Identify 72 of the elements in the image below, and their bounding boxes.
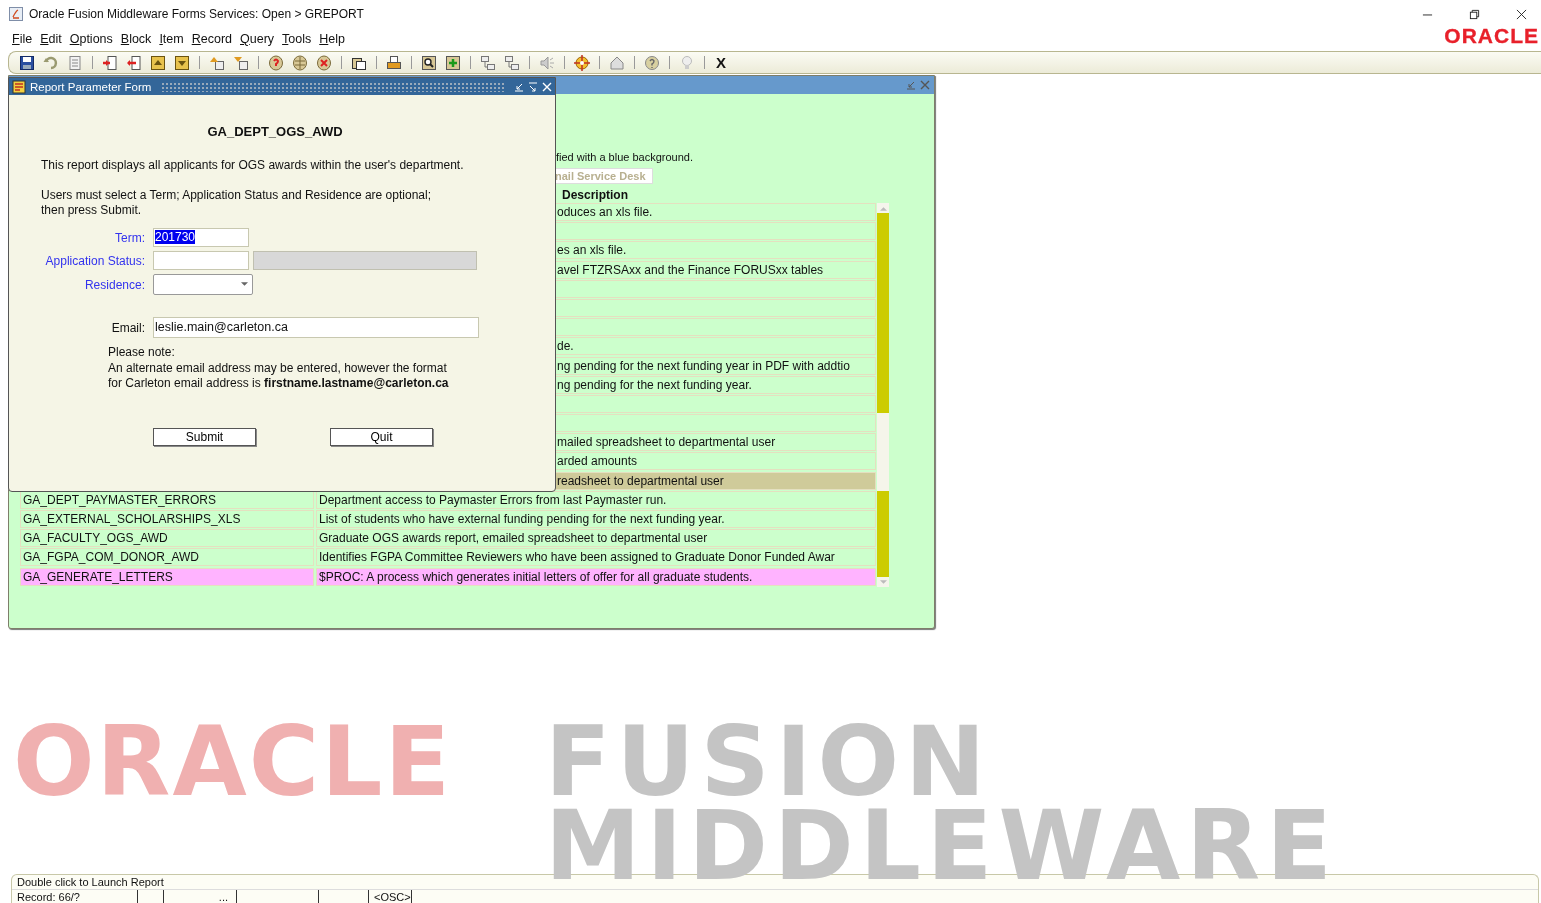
intro-text: This report displays all applicants for OGS awards within the user's department. — [41, 158, 465, 173]
next-block-icon[interactable] — [174, 54, 190, 71]
mode-indicator: <OSC> — [369, 890, 412, 903]
search-icon[interactable] — [421, 54, 437, 71]
menu-item[interactable]: Help — [319, 32, 345, 46]
save-icon[interactable] — [19, 54, 35, 71]
dialog-title: Report Parameter Form — [30, 80, 152, 93]
report-heading: GA_DEPT_OGS_AWD — [206, 124, 344, 139]
tree-icon[interactable] — [504, 54, 520, 71]
table-cell[interactable]: Department access to Paymaster Errors from last Paymaster run. — [316, 490, 876, 509]
minimize-icon[interactable] — [514, 81, 524, 92]
app-icon — [9, 7, 23, 21]
minimize-icon[interactable] — [906, 80, 916, 90]
speaker-icon[interactable] — [539, 54, 555, 71]
note-title: Please note: — [108, 345, 176, 361]
text-field[interactable]: 201730 — [153, 228, 249, 247]
field-label: Application Status: — [44, 253, 145, 268]
scrollbar[interactable] — [877, 203, 889, 587]
dialog-button[interactable]: Submit — [153, 427, 256, 446]
cancel-query-icon[interactable] — [316, 54, 332, 71]
exit-button[interactable]: X — [714, 54, 728, 71]
close-icon[interactable] — [1516, 8, 1527, 20]
delete-record-icon[interactable] — [126, 54, 142, 71]
insert-record-icon[interactable] — [102, 54, 118, 71]
table-cell[interactable]: Graduate OGS awards report, emailed spreadsheet to departmental user — [316, 529, 876, 548]
field-label: Term: — [114, 230, 145, 245]
previous-block-icon[interactable] — [150, 54, 166, 71]
brand-banner-text: ORACLE — [13, 714, 453, 810]
tree-icon[interactable] — [480, 54, 496, 71]
maximize-icon[interactable] — [528, 81, 538, 92]
oracle-logo: ORACLE — [1444, 25, 1539, 47]
record-indicator: Record: 66/? — [12, 890, 138, 903]
menu-item[interactable]: Block — [120, 32, 152, 46]
document-icon[interactable] — [67, 54, 83, 71]
table-cell[interactable]: GA_FGPA_COM_DONOR_AWD — [20, 548, 314, 567]
menu-item[interactable]: File — [12, 32, 33, 46]
text-field[interactable] — [153, 251, 249, 270]
table-cell[interactable]: GA_EXTERNAL_SCHOLARSHIPS_XLS — [20, 510, 314, 528]
menu-item[interactable]: Options — [69, 32, 113, 46]
form-icon — [12, 79, 26, 94]
help-icon[interactable] — [644, 54, 660, 71]
execute-query-icon[interactable] — [292, 54, 308, 71]
dialog-button[interactable]: Quit — [330, 427, 433, 446]
menu-item[interactable]: Tools — [282, 32, 312, 46]
home-icon[interactable] — [609, 54, 625, 71]
table-cell[interactable]: $PROC: A process which generates initial letters of offer for all graduate students. — [316, 567, 876, 586]
print-icon[interactable] — [386, 54, 402, 71]
menu-item[interactable]: Item — [159, 32, 184, 46]
undo-icon[interactable] — [43, 54, 59, 71]
window-title: Oracle Fusion Middleware Forms Services: Open > GREPORT — [29, 7, 364, 21]
menu-item[interactable]: Record — [191, 32, 232, 46]
table-cell[interactable]: Identifies FGPA Committee Reviewers who have been assigned to Graduate Donor Funded Awar — [316, 548, 876, 567]
enter-query-icon[interactable] — [268, 54, 284, 71]
field-label: Residence: — [83, 277, 145, 292]
email-field[interactable]: leslie.main@carleton.ca — [153, 317, 479, 338]
menu-item[interactable]: Edit — [40, 32, 62, 46]
table-cell[interactable]: List of students who have external funding pending for the next funding year. — [316, 510, 876, 528]
scroll-thumb[interactable] — [877, 413, 889, 491]
status-segment: ... — [164, 890, 237, 903]
status-message: Double click to Launch Report — [17, 876, 164, 888]
info-text: fied with a blue background. — [556, 151, 693, 163]
restore-icon[interactable] — [1469, 8, 1480, 20]
add-icon[interactable] — [445, 54, 461, 71]
dropdown[interactable] — [153, 274, 253, 295]
field-label: Email: — [110, 320, 145, 335]
table-cell[interactable]: GA_FACULTY_OGS_AWD — [20, 529, 314, 548]
column-header: Description — [562, 188, 628, 202]
dropdown-arrow-icon — [241, 282, 248, 287]
target-icon[interactable] — [574, 54, 590, 71]
menu-item[interactable]: Query — [240, 32, 275, 46]
table-cell[interactable]: GA_GENERATE_LETTERS — [20, 567, 314, 586]
next-record-icon[interactable] — [233, 54, 249, 71]
